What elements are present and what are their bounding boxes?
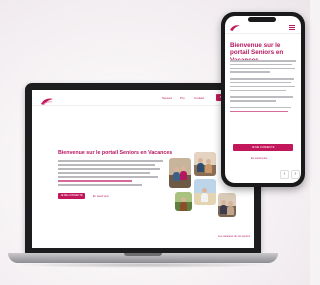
seniors-holidays-link[interactable]: Les vacances de vos seniors xyxy=(218,235,250,238)
phone-learn-more-link[interactable]: En savoir plus xyxy=(251,157,267,160)
photo-friends xyxy=(194,152,216,176)
photo-nature xyxy=(175,192,192,211)
carousel-prev-icon[interactable]: ‹ xyxy=(280,170,289,179)
carousel-next-icon[interactable]: › xyxy=(291,170,300,179)
login-button[interactable]: JE ME CONNECTE xyxy=(58,193,85,199)
phone-login-button[interactable]: JE ME CONNECTE xyxy=(233,144,293,151)
phone-logo-icon[interactable] xyxy=(229,23,241,32)
site-logo[interactable] xyxy=(40,93,54,106)
nav-link-seniors[interactable]: Seniors xyxy=(162,96,172,100)
laptop-shadow xyxy=(14,262,272,268)
phone-header xyxy=(225,22,301,34)
phone-screen: Bienvenue sur le portail Seniors en Vaca… xyxy=(225,16,301,183)
hamburger-menu-icon[interactable] xyxy=(289,25,295,30)
photo-seniors xyxy=(218,193,236,217)
photo-beach xyxy=(194,179,216,205)
phone-dynamic-island xyxy=(248,17,276,22)
photo-couple xyxy=(169,158,191,188)
hero-body-text xyxy=(58,160,163,188)
hero-title: Bienvenue sur le portail Seniors en Vaca… xyxy=(58,150,173,156)
learn-more-link[interactable]: En savoir plus xyxy=(93,195,109,198)
logo-swoosh-icon xyxy=(41,98,53,106)
nav-link-contact[interactable]: Contact xyxy=(194,96,204,100)
nav-link-pro[interactable]: Pro xyxy=(180,96,185,100)
laptop-notch xyxy=(124,253,162,256)
phone-body-text xyxy=(230,60,296,115)
